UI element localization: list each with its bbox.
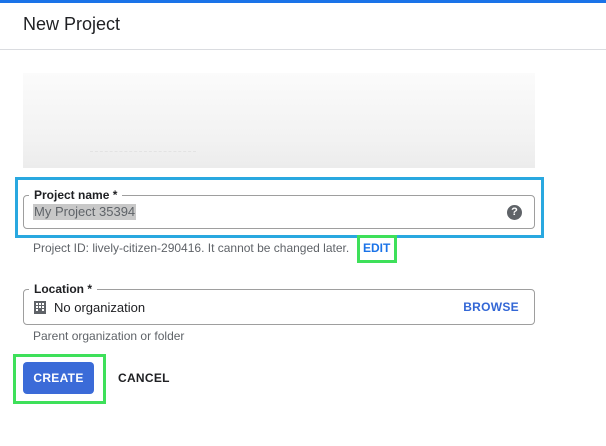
building-icon bbox=[34, 301, 46, 314]
location-value: No organization bbox=[54, 300, 146, 315]
banner-faded-line bbox=[90, 151, 196, 152]
help-circle-icon[interactable]: ? bbox=[507, 205, 522, 220]
project-name-label: Project name * bbox=[29, 187, 123, 203]
location-field[interactable]: Location * No organization BROWSE bbox=[23, 281, 535, 325]
location-hint: Parent organization or folder bbox=[33, 329, 185, 343]
page-header: New Project bbox=[0, 3, 606, 50]
project-name-field[interactable]: Project name * My Project 35394 ? bbox=[23, 187, 535, 229]
edit-project-id-button[interactable]: EDIT bbox=[363, 241, 390, 255]
page-title: New Project bbox=[23, 14, 121, 34]
project-id-text: Project ID: lively-citizen-290416. It ca… bbox=[33, 241, 350, 255]
info-banner bbox=[23, 73, 535, 168]
project-name-input[interactable]: My Project 35394 bbox=[33, 204, 137, 220]
browse-button[interactable]: BROWSE bbox=[463, 300, 519, 314]
create-button[interactable]: CREATE bbox=[23, 362, 94, 394]
location-label: Location * bbox=[29, 281, 98, 297]
cancel-button[interactable]: CANCEL bbox=[118, 371, 170, 385]
